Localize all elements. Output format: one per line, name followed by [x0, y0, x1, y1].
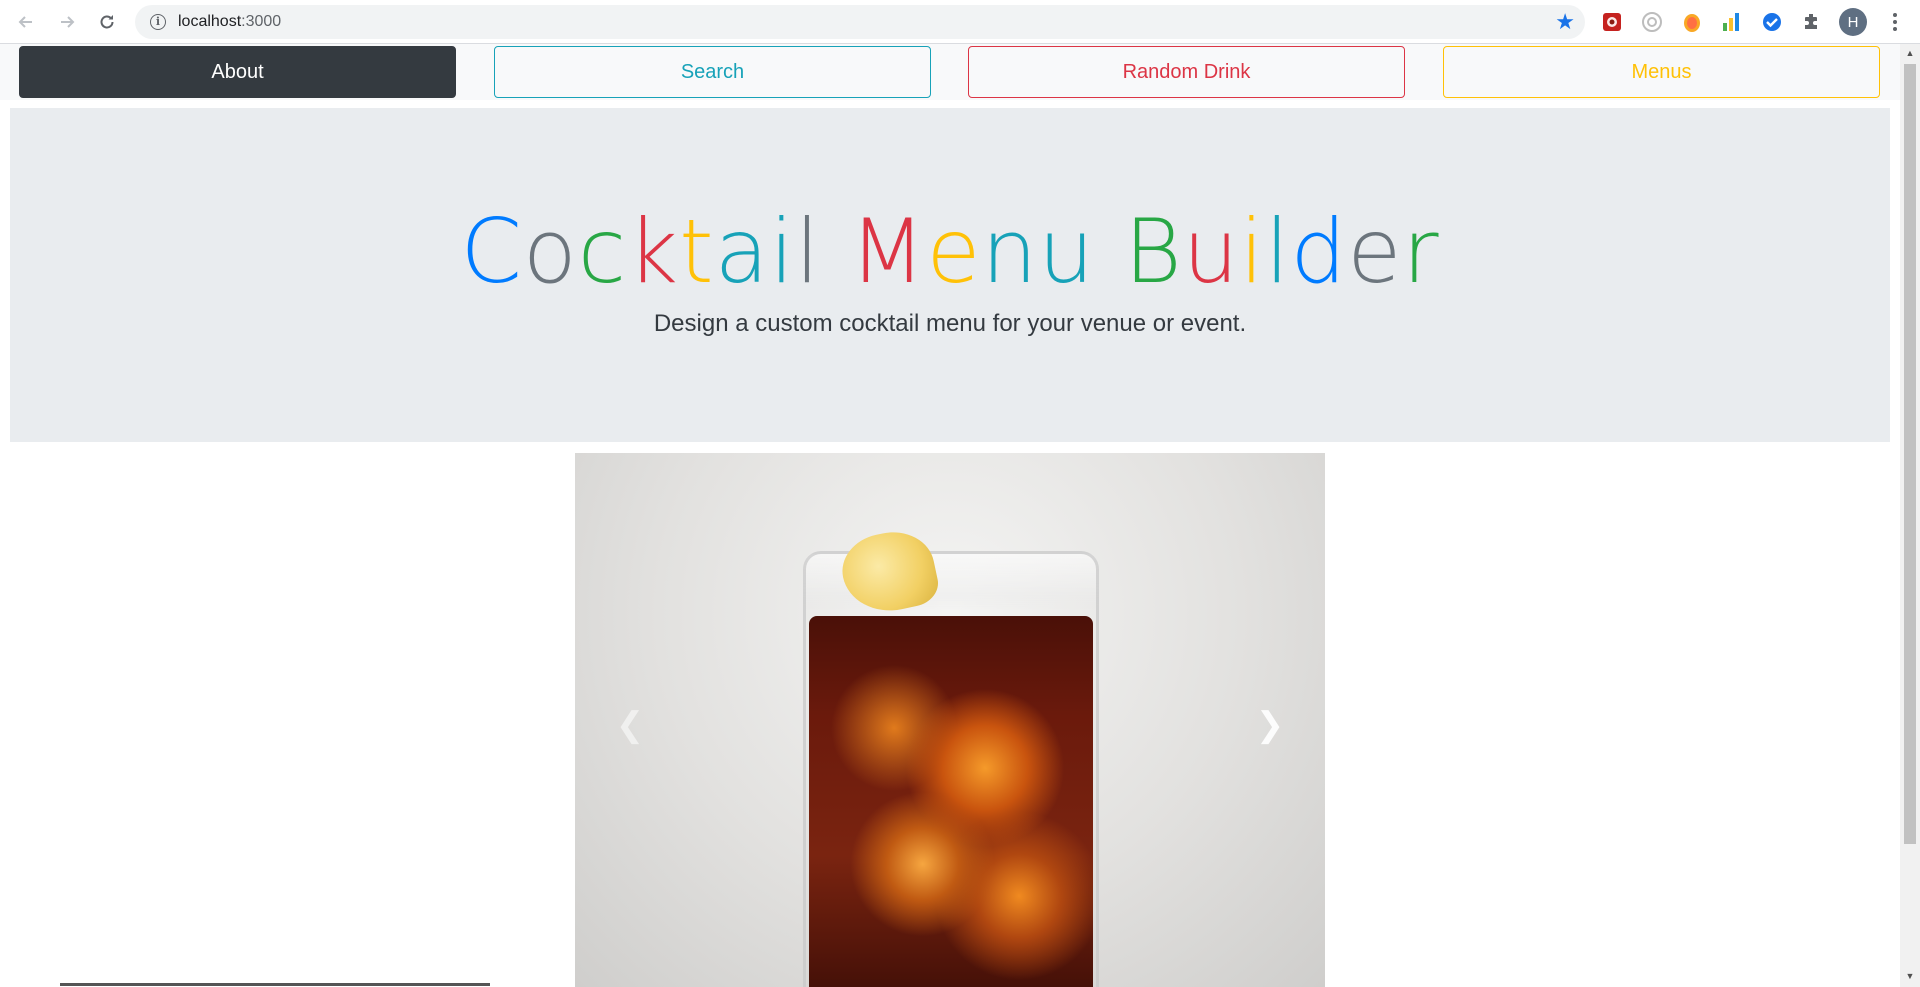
extensions-icon[interactable] [1800, 10, 1824, 34]
drink-carousel[interactable]: ❮ ❯ [575, 453, 1325, 987]
extension-target-icon[interactable] [1640, 10, 1664, 34]
drink-glass [803, 551, 1099, 987]
page-scrollbar[interactable]: ▲ ▼ [1900, 44, 1920, 987]
title-letter: B [1124, 200, 1183, 303]
url-host: localhost [178, 13, 242, 30]
random-drink-button[interactable]: Random Drink [968, 46, 1405, 98]
title-letter: u [1182, 200, 1240, 303]
scroll-down-icon[interactable]: ▼ [1900, 971, 1920, 985]
reload-icon[interactable] [93, 8, 121, 36]
title-letter: l [795, 200, 821, 303]
title-letter: d [1290, 200, 1348, 303]
back-icon[interactable] [12, 8, 40, 36]
title-letter: n [981, 200, 1039, 303]
hero-banner: Cocktail Menu Builder Design a custom co… [10, 108, 1890, 442]
star-icon[interactable]: ★ [1555, 9, 1575, 35]
menu-icon[interactable] [1885, 8, 1905, 36]
extension-check-icon[interactable] [1760, 10, 1784, 34]
carousel-indicators [0, 981, 1900, 987]
title-letter: e [926, 200, 982, 303]
title-letter: c [577, 200, 628, 303]
carousel-indicator[interactable] [60, 983, 490, 986]
extension-orange-icon[interactable] [1680, 10, 1704, 34]
title-letter: e [1347, 200, 1403, 303]
title-letter: a [714, 200, 770, 303]
search-button[interactable]: Search [494, 46, 931, 98]
scroll-up-icon[interactable]: ▲ [1900, 48, 1920, 62]
title-letter: r [1402, 200, 1440, 303]
scroll-thumb[interactable] [1904, 64, 1916, 844]
url-text[interactable]: localhost:3000 [178, 13, 281, 31]
title-letter: o [522, 200, 578, 303]
browser-toolbar: i localhost:3000 ★ H [0, 0, 1920, 44]
title-letter [820, 200, 849, 303]
page-content: About Search Random Drink Menus Cocktail… [0, 44, 1900, 987]
title-letter: i [769, 200, 795, 303]
forward-icon[interactable] [53, 8, 81, 36]
about-button[interactable]: About [19, 46, 456, 98]
title-letter: k [627, 200, 680, 303]
address-bar[interactable]: i localhost:3000 ★ [135, 5, 1585, 39]
title-letter: t [679, 200, 715, 303]
carousel-drink-image [575, 453, 1325, 987]
extension-chart-icon[interactable] [1720, 10, 1744, 34]
url-port: :3000 [241, 13, 282, 30]
page-subtitle: Design a custom cocktail menu for your v… [653, 310, 1247, 337]
title-letter: i [1239, 200, 1265, 303]
title-letter [1095, 200, 1124, 303]
info-icon[interactable]: i [150, 14, 166, 30]
chevron-right-icon[interactable]: ❯ [1255, 705, 1285, 745]
title-letter: M [849, 200, 927, 303]
menus-button[interactable]: Menus [1443, 46, 1880, 98]
page-title: Cocktail Menu Builder [10, 200, 1890, 303]
profile-avatar[interactable]: H [1839, 8, 1867, 36]
extension-red-icon[interactable] [1600, 10, 1624, 34]
chevron-left-icon[interactable]: ❮ [615, 705, 645, 745]
title-letter: u [1038, 200, 1096, 303]
title-letter: C [460, 200, 523, 303]
title-letter: l [1264, 200, 1291, 303]
nav-bar: About Search Random Drink Menus [0, 44, 1900, 100]
